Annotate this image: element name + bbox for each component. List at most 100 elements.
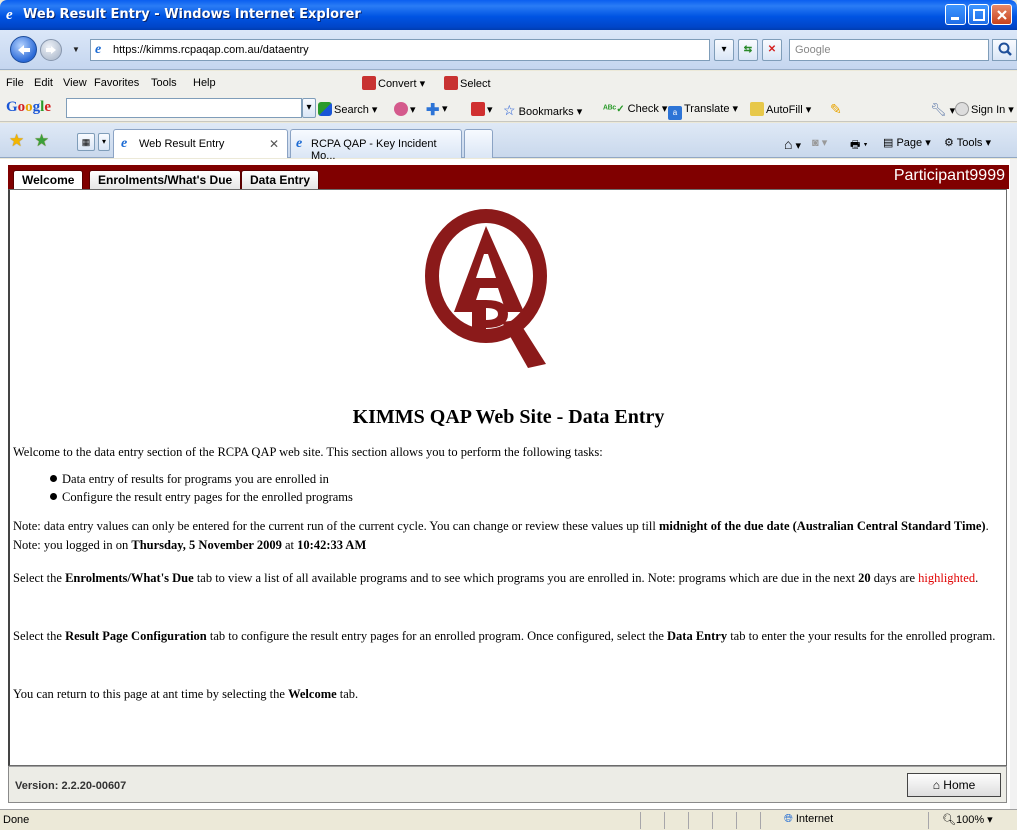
bookmarks-button[interactable]: ☆ Bookmarks ▾: [503, 102, 582, 119]
browser-tab-row: ★ ★ ▦ ▾ e Web Result Entry ✕ e RCPA QAP …: [0, 123, 1017, 162]
welcome-content: KIMMS QAP Web Site - Data Entry Welcome …: [8, 189, 1007, 766]
select-button[interactable]: Select: [444, 76, 491, 90]
window-title: Web Result Entry - Windows Internet Expl…: [23, 7, 361, 22]
forward-arrow-icon: [46, 46, 56, 54]
address-field[interactable]: e https://kimms.rcpaqap.com.au/dataentry: [90, 39, 710, 61]
google-search-button[interactable]: Search ▾: [318, 102, 377, 116]
recent-pages-dropdown[interactable]: ▼: [72, 45, 80, 54]
address-toolbar: ▼ e https://kimms.rcpaqap.com.au/dataent…: [0, 30, 1017, 70]
maximize-button[interactable]: [968, 4, 989, 25]
app-tab-bar: Welcome Enrolments/What's Due Data Entry…: [8, 165, 1009, 189]
menu-favorites[interactable]: Favorites: [94, 77, 139, 89]
minimize-icon: [951, 17, 959, 20]
google-extra-button[interactable]: ▾: [394, 102, 416, 116]
google-search-dropdown[interactable]: ▾: [302, 98, 316, 118]
translate-icon: a: [668, 106, 682, 120]
intro-text: Welcome to the data entry section of the…: [13, 445, 603, 459]
tab-enrolments-whats-due[interactable]: Enrolments/What's Due: [89, 170, 242, 189]
window-title-bar[interactable]: e Web Result Entry - Windows Internet Ex…: [0, 0, 1017, 30]
popup-blocker-button[interactable]: ▾: [471, 102, 493, 116]
add-favorites-icon[interactable]: ★: [34, 132, 49, 149]
enrolments-paragraph: Select the Enrolments/What's Due tab to …: [13, 571, 979, 585]
google-toolbar: Google ▾ Search ▾ ▾ ✚ ▾ ▾ ☆ Bookmarks ▾ ᴬ…: [0, 95, 1017, 122]
rcpa-qap-logo: [425, 209, 547, 368]
menu-help[interactable]: Help: [193, 77, 216, 89]
bubble-icon: [394, 102, 408, 116]
list-item: Data entry of results for programs you a…: [50, 470, 353, 488]
plus-icon: ✚: [426, 102, 440, 119]
printer-icon: 🖶︎: [850, 139, 861, 151]
zoom-icon: 🔍︎: [942, 814, 956, 826]
back-button[interactable]: [10, 36, 37, 63]
status-bar: Done 🌐︎ Internet 🔍︎100% ▾: [0, 809, 1017, 830]
menu-bar: File Edit View Favorites Tools Help Conv…: [0, 71, 1017, 95]
page-icon: ▤: [883, 137, 894, 149]
note-paragraph: Note: data entry values can only be ente…: [13, 519, 989, 552]
return-paragraph: You can return to this page at ant time …: [13, 687, 359, 701]
gear-icon: ⚙: [944, 137, 954, 149]
search-placeholder: Google: [795, 44, 831, 56]
highlighted-text: highlighted: [918, 571, 976, 585]
menu-tools[interactable]: Tools: [151, 77, 177, 89]
google-search-input[interactable]: [66, 98, 302, 118]
refresh-button[interactable]: ⇆: [738, 39, 758, 61]
highlighter-icon[interactable]: ✎: [830, 101, 842, 118]
bookmark-star-icon: ☆: [503, 102, 516, 118]
google-logo: Google: [6, 99, 52, 115]
forward-button[interactable]: [40, 39, 62, 61]
close-button[interactable]: [991, 4, 1012, 25]
print-button[interactable]: 🖶︎ ▾: [850, 136, 868, 155]
google-search-icon: [318, 102, 332, 116]
popup-blocker-icon: [471, 102, 485, 116]
home-button[interactable]: ⌂ Home: [907, 773, 1001, 797]
tab-list-button[interactable]: ▾: [98, 133, 110, 151]
google-plus-button[interactable]: ✚ ▾: [426, 102, 448, 119]
tab-data-entry[interactable]: Data Entry: [241, 170, 320, 189]
feeds-button[interactable]: ◙ ▾: [812, 136, 827, 149]
favorites-star-icon[interactable]: ★: [9, 132, 24, 149]
menu-view[interactable]: View: [63, 77, 87, 89]
minimize-button[interactable]: [945, 4, 966, 25]
zoom-level-button[interactable]: 🔍︎100% ▾: [942, 813, 993, 826]
task-list: Data entry of results for programs you a…: [50, 470, 353, 506]
feed-icon: ◙: [812, 137, 819, 149]
wrench-button[interactable]: 🔧︎ ▾: [930, 102, 955, 118]
magnifier-icon: [998, 42, 1012, 56]
search-button[interactable]: [992, 39, 1017, 61]
maximize-icon: [973, 9, 985, 21]
spellcheck-button[interactable]: ᴬᴮᶜ✓ Check ▾: [603, 102, 667, 115]
home-toolbar-button[interactable]: ⌂ ▾: [784, 136, 801, 152]
participant-name: Participant9999: [893, 167, 1005, 184]
security-zone: 🌐︎ Internet: [784, 813, 834, 825]
tools-menu-button[interactable]: ⚙ Tools ▾: [944, 136, 991, 149]
version-label: Version: 2.2.20-00607: [15, 780, 127, 792]
search-input[interactable]: Google: [789, 39, 989, 61]
tab-rcpa-qap-key-incident[interactable]: e RCPA QAP - Key Incident Mo...: [290, 129, 462, 162]
tab-web-result-entry[interactable]: e Web Result Entry ✕: [113, 129, 288, 158]
wrench-icon: 🔧︎: [930, 102, 947, 117]
page-menu-button[interactable]: ▤ Page ▾: [883, 136, 931, 149]
ie-page-icon: e: [296, 136, 303, 151]
quick-tabs-button[interactable]: ▦: [77, 133, 95, 151]
menu-edit[interactable]: Edit: [34, 77, 53, 89]
back-arrow-icon: [17, 44, 30, 55]
ie-page-icon: e: [121, 136, 128, 151]
autofill-button[interactable]: AutoFill ▾: [750, 102, 811, 116]
globe-icon: 🌐︎: [784, 813, 793, 825]
menu-file[interactable]: File: [6, 77, 24, 89]
address-url: https://kimms.rcpaqap.com.au/dataentry: [113, 44, 309, 56]
tab-welcome[interactable]: Welcome: [13, 170, 84, 189]
stop-button[interactable]: ✕: [762, 39, 782, 61]
user-icon: [955, 102, 969, 116]
autofill-icon: [750, 102, 764, 116]
vertical-scrollbar[interactable]: [1010, 159, 1017, 809]
address-dropdown-button[interactable]: ▾: [714, 39, 734, 61]
convert-button[interactable]: Convert ▾: [362, 76, 425, 90]
sign-in-button[interactable]: Sign In ▾: [955, 102, 1014, 116]
translate-button[interactable]: a Translate ▾: [668, 102, 738, 120]
close-tab-icon[interactable]: ✕: [269, 137, 279, 151]
spellcheck-icon: ᴬᴮᶜ✓: [603, 104, 625, 115]
new-tab-button[interactable]: [464, 129, 493, 158]
list-item: Configure the result entry pages for the…: [50, 488, 353, 506]
page-heading: KIMMS QAP Web Site - Data Entry: [352, 406, 665, 428]
